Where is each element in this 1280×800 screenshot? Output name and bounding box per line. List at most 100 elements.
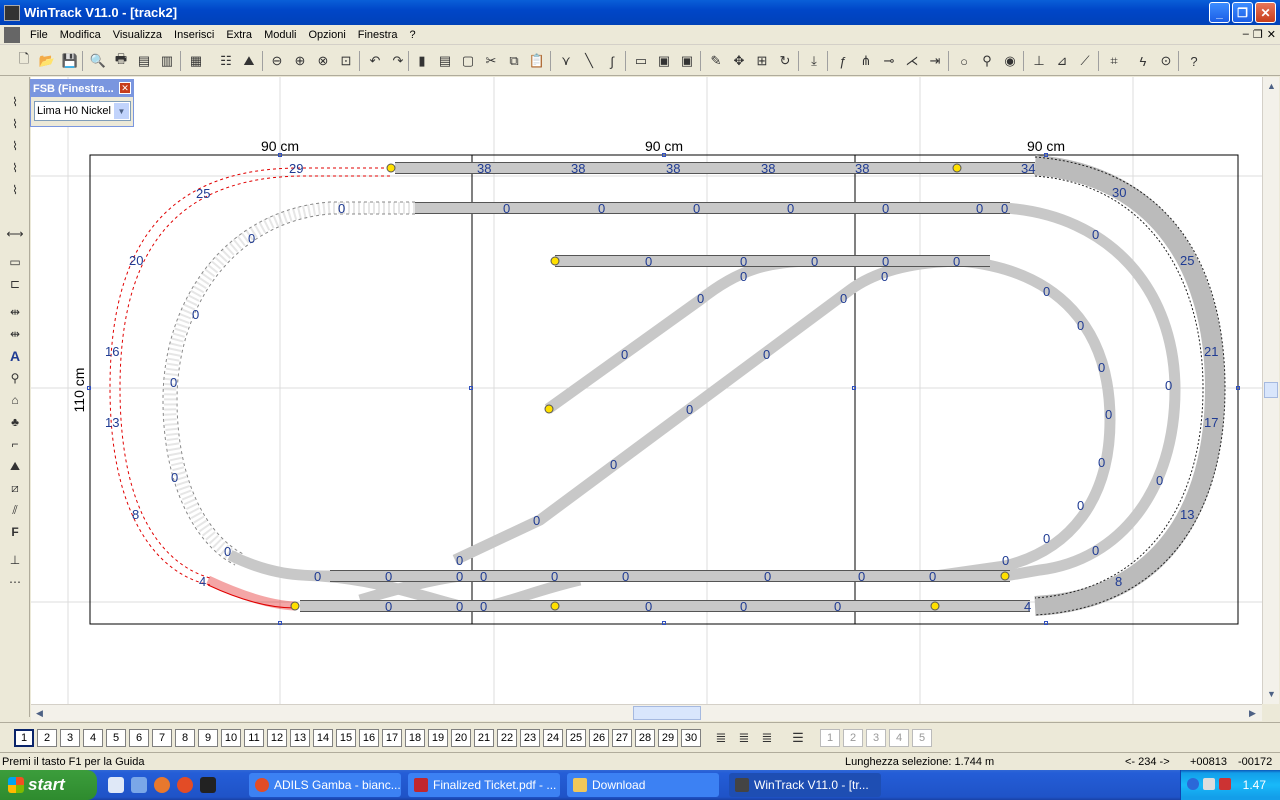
flex-track-2-icon[interactable]: ⌇ — [5, 115, 25, 133]
wintrack-app-icon[interactable] — [4, 4, 20, 21]
mdi-restore-button[interactable]: ❐ — [1253, 28, 1263, 41]
extra-layer-button-5[interactable]: 5 — [912, 729, 932, 747]
connect-icon[interactable]: ⋔ — [856, 51, 876, 71]
zoom-in-icon[interactable]: ⊕ — [290, 51, 310, 71]
layer-button-15[interactable]: 15 — [336, 729, 356, 747]
font-icon[interactable]: F — [5, 523, 25, 541]
save-icon[interactable]: 💾 — [60, 51, 80, 71]
scroll-down-icon[interactable]: ▼ — [1263, 685, 1280, 702]
layer-button-2[interactable]: 2 — [37, 729, 57, 747]
layer-button-20[interactable]: 20 — [451, 729, 471, 747]
flex-track-3-icon[interactable]: ⌇ — [5, 137, 25, 155]
security-icon[interactable] — [1219, 778, 1231, 790]
layer-button-29[interactable]: 29 — [658, 729, 678, 747]
layer-button-21[interactable]: 21 — [474, 729, 494, 747]
chart-icon[interactable]: ⧄ — [5, 479, 25, 497]
layer-button-7[interactable]: 7 — [152, 729, 172, 747]
layer-button-5[interactable]: 5 — [106, 729, 126, 747]
print-setup-icon[interactable]: ▤ — [134, 51, 154, 71]
menu-extra[interactable]: Extra — [220, 29, 258, 41]
menu-help[interactable]: ? — [404, 29, 422, 41]
maximize-button[interactable]: ❐ — [1232, 2, 1253, 23]
zoom-out-icon[interactable]: ⊖ — [267, 51, 287, 71]
split-icon[interactable]: ⊸ — [879, 51, 899, 71]
vertical-scroll-thumb[interactable] — [1264, 382, 1278, 398]
layer-button-13[interactable]: 13 — [290, 729, 310, 747]
join-icon[interactable]: ⋌ — [902, 51, 922, 71]
page-icon[interactable]: ▢ — [458, 51, 478, 71]
layer-button-6[interactable]: 6 — [129, 729, 149, 747]
scroll-left-icon[interactable]: ◀ — [31, 705, 48, 722]
ruler-icon[interactable]: ⟷ — [5, 225, 25, 243]
layer-button-30[interactable]: 30 — [681, 729, 701, 747]
scroll-up-icon[interactable]: ▲ — [1263, 77, 1280, 94]
menu-opzioni[interactable]: Opzioni — [302, 29, 351, 41]
grid-icon[interactable]: ⌗ — [1104, 51, 1124, 71]
undo-icon[interactable]: ↶ — [365, 51, 385, 71]
new-file-icon[interactable]: 🗋 — [14, 51, 34, 71]
table-icon[interactable]: ▭ — [631, 51, 651, 71]
module-icon[interactable]: ▦ — [186, 51, 206, 71]
minimize-button[interactable]: _ — [1209, 2, 1230, 23]
stairs-icon[interactable]: ⌐ — [5, 435, 25, 453]
rotate-180-icon[interactable]: ↻ — [775, 51, 795, 71]
flex-track-icon[interactable]: ƒ — [833, 51, 853, 71]
layer-button-1[interactable]: 1 — [14, 729, 34, 747]
print-preview-icon[interactable]: 🔍 — [88, 51, 108, 71]
house-icon[interactable]: ⌂ — [5, 391, 25, 409]
firefox-icon[interactable] — [154, 777, 170, 793]
task-chrome[interactable]: ADILS Gamba - bianc... — [249, 773, 401, 797]
copy-icon[interactable]: ⧉ — [504, 51, 524, 71]
straight-track-icon[interactable]: ╲ — [579, 51, 599, 71]
marker-icon[interactable]: ◉ — [1000, 51, 1020, 71]
text-icon[interactable]: A — [5, 347, 25, 365]
layer-button-10[interactable]: 10 — [221, 729, 241, 747]
terrain-icon[interactable]: ⛰ — [5, 457, 25, 475]
tree-icon[interactable]: ♣ — [5, 413, 25, 431]
fsb-close-icon[interactable]: ✕ — [119, 82, 131, 94]
document-icon[interactable] — [4, 26, 20, 43]
explorer-icon[interactable] — [131, 777, 147, 793]
list-icon[interactable]: ▤ — [435, 51, 455, 71]
slope-icon[interactable]: ⊿ — [1052, 51, 1072, 71]
pin-icon[interactable]: ⚲ — [5, 369, 25, 387]
network-icon[interactable] — [1203, 778, 1215, 790]
layer-delete-icon[interactable]: ▣ — [677, 51, 697, 71]
layers-off-icon[interactable]: ≣ — [757, 728, 777, 748]
open-folder-icon[interactable]: 📂 — [37, 51, 57, 71]
layer-button-16[interactable]: 16 — [359, 729, 379, 747]
task-pdf[interactable]: Finalized Ticket.pdf - ... — [408, 773, 560, 797]
mdi-close-button[interactable]: ✕ — [1267, 28, 1276, 41]
flex-track-1-icon[interactable]: ⌇ — [5, 93, 25, 111]
layer-button-26[interactable]: 26 — [589, 729, 609, 747]
layer-red-icon[interactable]: ▣ — [654, 51, 674, 71]
layer-button-19[interactable]: 19 — [428, 729, 448, 747]
spacing-icon[interactable]: ⋯ — [5, 573, 25, 591]
layer-button-22[interactable]: 22 — [497, 729, 517, 747]
context-help-icon[interactable]: ? — [1184, 51, 1204, 71]
menu-file[interactable]: File — [24, 29, 54, 41]
platform-icon[interactable]: ▭ — [5, 253, 25, 271]
task-wintrack[interactable]: WinTrack V11.0 - [tr... — [729, 773, 881, 797]
layer-button-14[interactable]: 14 — [313, 729, 333, 747]
close-button[interactable]: ✕ — [1255, 2, 1276, 23]
align-icon[interactable]: ⊞ — [752, 51, 772, 71]
dimension-icon[interactable]: ⇹ — [5, 303, 25, 321]
horizontal-scroll-thumb[interactable] — [633, 706, 701, 720]
feeder-icon[interactable]: ⊙ — [1156, 51, 1176, 71]
layer-button-18[interactable]: 18 — [405, 729, 425, 747]
book-icon[interactable]: ▮ — [412, 51, 432, 71]
start-button[interactable]: start — [0, 770, 97, 800]
turnout-icon[interactable]: ⋎ — [556, 51, 576, 71]
layer-button-9[interactable]: 9 — [198, 729, 218, 747]
layer-button-28[interactable]: 28 — [635, 729, 655, 747]
show-desktop-icon[interactable] — [108, 777, 124, 793]
layer-button-23[interactable]: 23 — [520, 729, 540, 747]
electric-icon[interactable]: ϟ — [1133, 51, 1153, 71]
layers-icon[interactable]: ≣ — [711, 728, 731, 748]
insert-text-icon[interactable]: ⤓ — [804, 51, 824, 71]
layer-button-4[interactable]: 4 — [83, 729, 103, 747]
extra-layer-button-2[interactable]: 2 — [843, 729, 863, 747]
layers-red-icon[interactable]: ≣ — [734, 728, 754, 748]
drawing-canvas[interactable]: 90 cm 90 cm 90 cm 110 cm 29 25 20 16 13 … — [31, 77, 1262, 704]
